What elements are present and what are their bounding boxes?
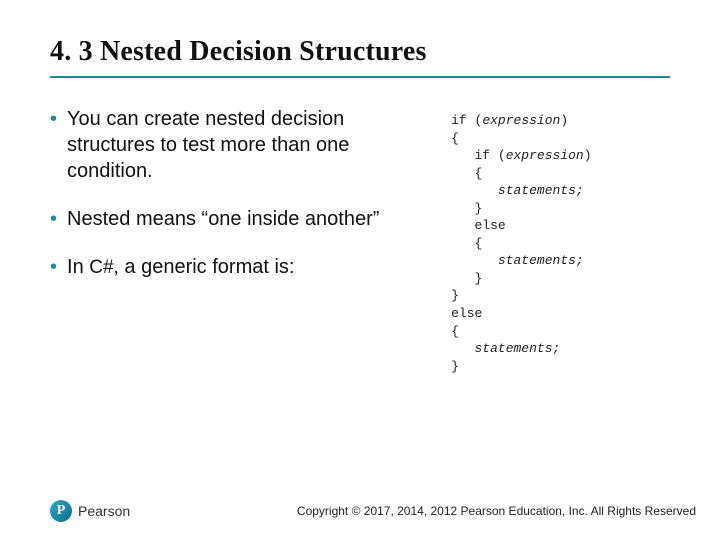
code-statements: statements; [475,341,561,356]
bullet-text-part: In [67,256,84,278]
logo-name: Pearson [78,503,130,519]
code-line [451,341,474,356]
code-line: { [451,166,482,181]
language-label: C#, [89,257,119,278]
bullet-text: Nested means “one inside another” [67,206,433,232]
code-line: { [451,324,459,339]
bullet-dot-icon: • [50,254,57,281]
code-line: else [451,306,482,321]
code-line: if ( [451,113,482,128]
code-line: } [451,271,482,286]
bullet-text-part: a generic format is: [124,256,294,278]
footer: P Pearson Copyright © 2017, 2014, 2012 P… [50,500,696,522]
code-line: } [451,201,482,216]
copyright-text: Copyright © 2017, 2014, 2012 Pearson Edu… [297,504,696,518]
slide-title: 4. 3 Nested Decision Structures [50,36,670,78]
bullet-text: In C#, a generic format is: [67,254,433,281]
code-line [451,253,498,268]
bullet-dot-icon: • [50,206,57,232]
code-block: if (expression) { if (expression) { stat… [451,106,670,375]
code-line: } [451,359,459,374]
code-line: { [451,131,459,146]
code-line: else [451,218,506,233]
code-line: if ( [451,148,506,163]
bullet-item: • Nested means “one inside another” [50,206,433,232]
code-statements: statements; [498,183,584,198]
content-area: • You can create nested decision structu… [50,106,670,375]
bullet-column: • You can create nested decision structu… [50,106,433,375]
code-expression: expression [506,148,584,163]
bullet-dot-icon: • [50,106,57,184]
publisher-logo: P Pearson [50,500,130,522]
code-statements: statements; [498,253,584,268]
code-line: { [451,236,482,251]
bullet-item: • You can create nested decision structu… [50,106,433,184]
code-line: } [451,288,459,303]
logo-mark-icon: P [50,500,72,522]
code-expression: expression [482,113,560,128]
bullet-text: You can create nested decision structure… [67,106,433,184]
code-line: ) [560,113,568,128]
bullet-item: • In C#, a generic format is: [50,254,433,281]
code-line: ) [584,148,592,163]
code-line [451,183,498,198]
